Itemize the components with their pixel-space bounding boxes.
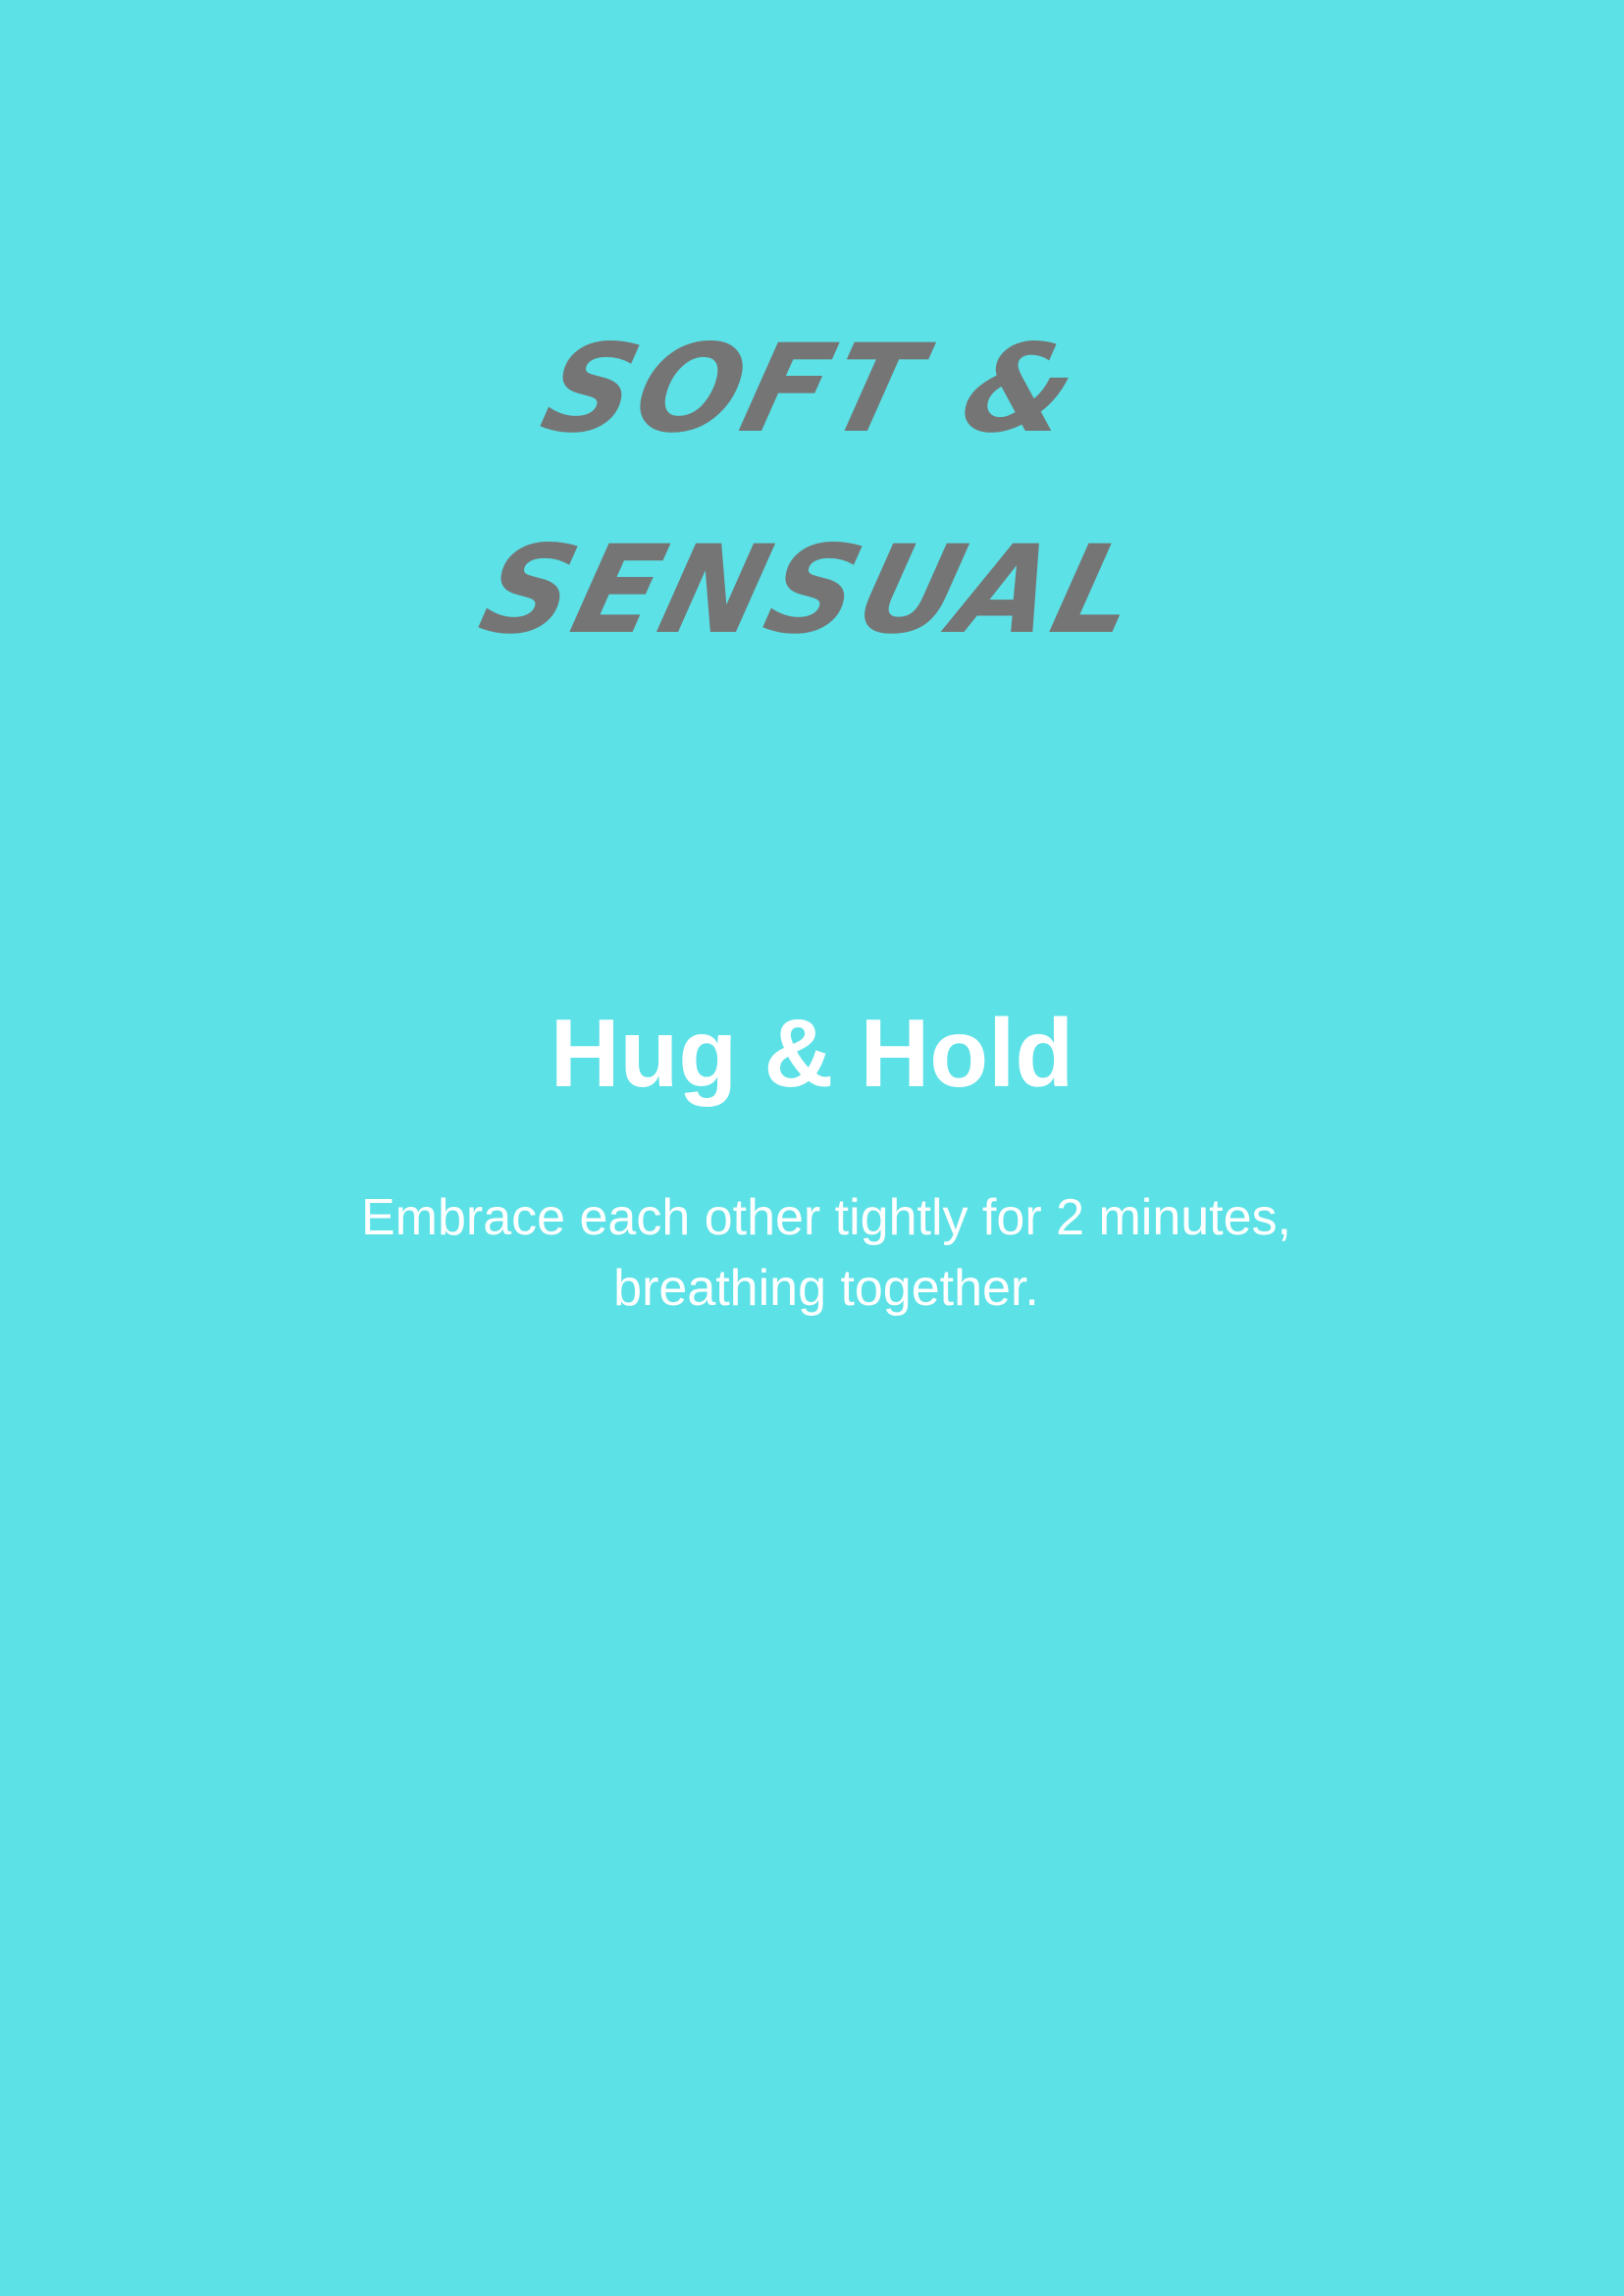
category-heading-line-2: SENSUAL xyxy=(467,520,1157,661)
activity-card: SOFT & SENSUAL Hug & Hold Embrace each o… xyxy=(0,0,1624,2296)
category-heading-line-1: SOFT & xyxy=(529,319,1095,460)
activity-title: Hug & Hold xyxy=(550,999,1074,1107)
activity-description: Embrace each other tightly for 2 minutes… xyxy=(360,1189,1291,1317)
